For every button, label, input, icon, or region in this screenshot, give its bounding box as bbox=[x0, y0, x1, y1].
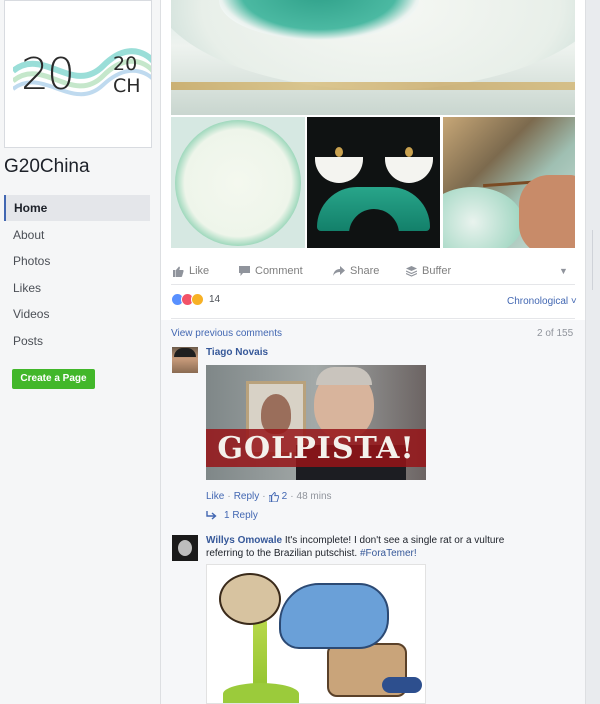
hashtag-link[interactable]: #ForaTemer! bbox=[360, 548, 417, 559]
nav-item-videos[interactable]: Videos bbox=[4, 301, 150, 327]
page-nav: Home About Photos Likes Videos Posts bbox=[4, 195, 150, 354]
share-button[interactable]: Share bbox=[333, 265, 379, 277]
avatar[interactable] bbox=[172, 347, 198, 373]
logo-digits: 20 bbox=[21, 49, 75, 100]
thumb-up-icon bbox=[173, 266, 184, 277]
comment-author[interactable]: Tiago Novais bbox=[206, 347, 268, 358]
comment-timestamp[interactable]: 48 mins bbox=[297, 491, 332, 502]
comment-sort-dropdown[interactable]: Chronological ˅ bbox=[507, 296, 577, 307]
post-photo-tea-set[interactable] bbox=[307, 117, 440, 248]
angry-reaction-icon bbox=[191, 293, 204, 306]
post-photo-painting-hand[interactable] bbox=[443, 117, 575, 248]
comment-like-link[interactable]: Like bbox=[206, 491, 224, 502]
post-photo-plate[interactable] bbox=[171, 117, 305, 248]
thumb-up-icon bbox=[268, 491, 279, 502]
nav-item-home[interactable]: Home bbox=[4, 195, 150, 221]
right-gutter bbox=[586, 0, 600, 704]
logo-small-text: 20 CH bbox=[113, 53, 141, 97]
left-sidebar: 20 20 CH G20China Home About Photos Like… bbox=[0, 0, 160, 704]
view-replies-link[interactable]: 1 Reply bbox=[206, 510, 258, 521]
buffer-button[interactable]: Buffer bbox=[406, 265, 451, 277]
comment-image-caption: GOLPISTA! bbox=[217, 431, 415, 466]
comment-pager: 2 of 155 bbox=[537, 328, 574, 339]
comment-meta: Like · Reply · 2 · 48 mins bbox=[206, 491, 332, 502]
comment-body: Willys Omowale It's incomplete! I don't … bbox=[206, 534, 536, 560]
comment-like-count[interactable]: 2 bbox=[282, 491, 288, 502]
nav-item-likes[interactable]: Likes bbox=[4, 275, 150, 301]
comment-cartoon-image[interactable] bbox=[206, 564, 426, 704]
reaction-summary[interactable]: 14 bbox=[171, 293, 220, 306]
comment-icon bbox=[239, 266, 250, 276]
chevron-down-icon[interactable]: ▼ bbox=[559, 266, 568, 276]
comment-reply-link[interactable]: Reply bbox=[234, 491, 260, 502]
post-action-bar: Like Comment Share Buffer ▼ bbox=[171, 259, 575, 285]
like-button[interactable]: Like bbox=[173, 265, 209, 277]
post-photo-main[interactable] bbox=[171, 0, 575, 115]
nav-item-posts[interactable]: Posts bbox=[4, 328, 150, 354]
page-profile-picture[interactable]: 20 20 CH bbox=[4, 0, 152, 148]
view-previous-comments-link[interactable]: View previous comments bbox=[171, 328, 282, 339]
comment-button[interactable]: Comment bbox=[239, 265, 303, 277]
comment-label: Comment bbox=[255, 265, 303, 277]
like-label: Like bbox=[189, 265, 210, 277]
g20-logo: 20 20 CH bbox=[13, 41, 151, 111]
create-page-button[interactable]: Create a Page bbox=[12, 369, 95, 389]
reply-arrow-icon bbox=[206, 511, 217, 520]
view-replies-label: 1 Reply bbox=[224, 510, 258, 521]
nav-item-photos[interactable]: Photos bbox=[4, 248, 150, 274]
divider bbox=[171, 318, 575, 319]
buffer-label: Buffer bbox=[422, 265, 452, 277]
post-card: Like Comment Share Buffer ▼ 14 Chronolog… bbox=[160, 0, 586, 704]
comment-image[interactable]: GOLPISTA! bbox=[206, 365, 426, 480]
avatar[interactable] bbox=[172, 535, 198, 561]
buffer-icon bbox=[406, 265, 417, 277]
comment-author[interactable]: Willys Omowale bbox=[206, 535, 282, 546]
page-name[interactable]: G20China bbox=[4, 156, 90, 178]
reaction-count: 14 bbox=[209, 294, 221, 305]
share-label: Share bbox=[350, 265, 380, 277]
nav-item-about[interactable]: About bbox=[4, 222, 150, 248]
share-icon bbox=[333, 266, 345, 276]
